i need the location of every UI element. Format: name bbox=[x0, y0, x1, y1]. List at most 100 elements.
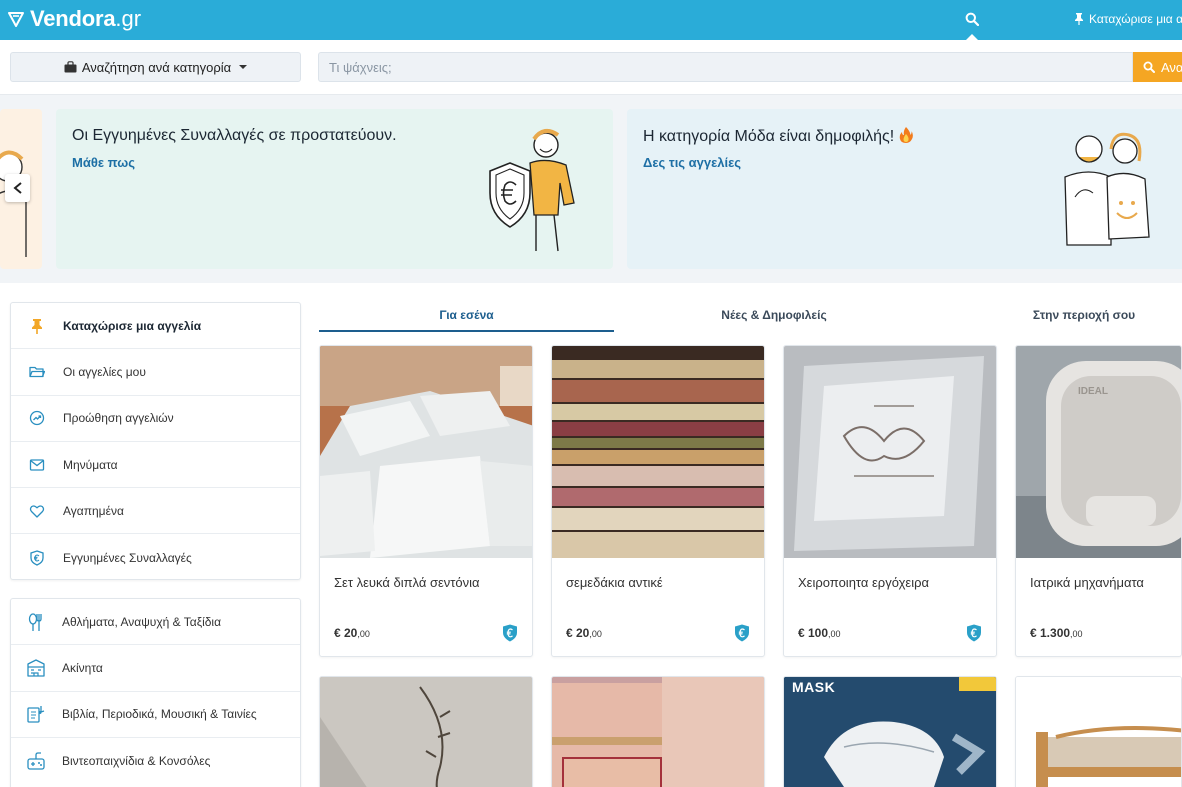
tab-for-you[interactable]: Για εσένα bbox=[319, 302, 614, 332]
folder-icon bbox=[29, 366, 45, 378]
mail-icon bbox=[29, 458, 45, 471]
sidebar-item-label: Αγαπημένα bbox=[63, 503, 124, 518]
sidebar-item-label: Προώθηση αγγελιών bbox=[63, 411, 174, 426]
price-cents: ,00 bbox=[1070, 629, 1083, 639]
price-main: € 20 bbox=[334, 626, 358, 640]
sidebar-item-real-estate[interactable]: Ακίνητα bbox=[11, 645, 300, 692]
gamepad-icon bbox=[27, 752, 45, 770]
product-card[interactable] bbox=[319, 676, 533, 787]
price-main: € 20 bbox=[566, 626, 590, 640]
sidebar-item-post-ad[interactable]: Καταχώρισε μια αγγελία bbox=[11, 303, 300, 350]
mask-brand-text: MASK bbox=[792, 679, 836, 695]
price-cents: ,00 bbox=[828, 629, 841, 639]
price-main: € 1.300 bbox=[1030, 626, 1071, 640]
pin-icon bbox=[1075, 13, 1083, 25]
sidebar-item-label: Ακίνητα bbox=[62, 660, 103, 675]
guarantee-shield-icon bbox=[503, 624, 517, 642]
product-card[interactable]: MASK bbox=[783, 676, 997, 787]
product-title: Ιατρικά μηχανήματα bbox=[1030, 575, 1144, 590]
product-image-pink-cloth bbox=[552, 677, 764, 787]
feed-tabs: Για εσένα Νέες & Δημοφιλείς Στην περιοχή… bbox=[319, 302, 1182, 332]
shield-man-illustration bbox=[489, 128, 575, 252]
sidebar-item-label: Αθλήματα, Αναψυχή & Ταξίδια bbox=[62, 614, 222, 629]
sports-icon bbox=[28, 612, 42, 631]
product-price: € 100,00 bbox=[798, 626, 841, 640]
product-card[interactable]: Σετ λευκά διπλά σεντόνια € 20,00 bbox=[319, 345, 533, 657]
banner-guaranteed-transactions[interactable]: Οι Εγγυημένες Συναλλαγές σε προστατεύουν… bbox=[56, 109, 613, 269]
product-card[interactable]: Χειροποιητα εργόχειρα € 100,00 bbox=[783, 345, 997, 657]
search-icon bbox=[1143, 61, 1155, 73]
search-button[interactable]: Ανα bbox=[1133, 52, 1182, 82]
product-title: σεμεδάκια αντικέ bbox=[566, 575, 663, 590]
top-navbar: Vendora .gr Καταχώρισε μια α bbox=[0, 0, 1182, 40]
vendora-logo[interactable]: Vendora .gr bbox=[8, 6, 141, 32]
sidebar-item-videogames[interactable]: Βιντεοπαιχνίδια & Κονσόλες bbox=[11, 738, 300, 784]
sidebar-item-books-music[interactable]: Βιβλία, Περιοδικά, Μουσική & Ταινίες bbox=[11, 692, 300, 738]
banner-link-see-ads[interactable]: Δες τις αγγελίες bbox=[643, 155, 741, 170]
banner-link-learn-how[interactable]: Μάθε πως bbox=[72, 155, 135, 170]
account-menu: Καταχώρισε μια αγγελία Οι αγγελίες μου Π… bbox=[10, 302, 301, 580]
logo-tld: .gr bbox=[115, 6, 142, 31]
price-cents: ,00 bbox=[357, 629, 370, 639]
category-menu: Αθλήματα, Αναψυχή & Ταξίδια Ακίνητα Βιβλ… bbox=[10, 598, 301, 787]
sidebar-item-label: Εγγυημένες Συναλλαγές bbox=[63, 550, 192, 565]
fire-icon bbox=[899, 127, 914, 143]
vendora-logo-icon bbox=[8, 12, 24, 27]
chevron-down-icon bbox=[239, 65, 248, 69]
trending-icon bbox=[29, 411, 45, 426]
pin-icon bbox=[32, 318, 42, 334]
carousel-prev-button[interactable] bbox=[5, 174, 30, 202]
post-ad-link[interactable]: Καταχώρισε μια α bbox=[1074, 12, 1182, 26]
couple-illustration bbox=[1064, 132, 1150, 246]
search-bar-row: Αναζήτηση ανά κατηγορία Ανα bbox=[0, 40, 1182, 95]
product-image-doilies bbox=[552, 346, 764, 558]
product-price: € 20,00 bbox=[334, 626, 370, 640]
euro-shield-icon bbox=[30, 549, 44, 566]
search-button-label: Ανα bbox=[1161, 59, 1182, 75]
sidebar-item-favorites[interactable]: Αγαπημένα bbox=[11, 488, 300, 535]
sidebar-item-promote-ads[interactable]: Προώθηση αγγελιών bbox=[11, 396, 300, 442]
product-image-embroidery bbox=[784, 346, 996, 558]
guarantee-shield-icon bbox=[735, 624, 749, 642]
sidebar-item-sports-travel[interactable]: Αθλήματα, Αναψυχή & Ταξίδια bbox=[11, 599, 300, 646]
product-image-silk-fabric bbox=[320, 677, 532, 787]
tab-new-popular[interactable]: Νέες & Δημοφιλείς bbox=[629, 302, 919, 332]
product-card[interactable]: IDEAL Ιατρικά μηχανήματα € 1.300,00 bbox=[1015, 345, 1182, 657]
product-card[interactable] bbox=[551, 676, 765, 787]
banner-title: Η κατηγορία Μόδα είναι δημοφιλής! bbox=[643, 127, 914, 146]
category-search-label: Αναζήτηση ανά κατηγορία bbox=[81, 59, 232, 75]
building-icon bbox=[27, 659, 45, 677]
sidebar-item-my-ads[interactable]: Οι αγγελίες μου bbox=[11, 349, 300, 396]
sidebar-item-guaranteed-transactions[interactable]: Εγγυημένες Συναλλαγές bbox=[11, 534, 300, 580]
product-title: Σετ λευκά διπλά σεντόνια bbox=[334, 575, 480, 590]
shopping-bag-icon bbox=[64, 61, 77, 73]
logo-text: Vendora bbox=[30, 6, 116, 31]
product-price: € 1.300,00 bbox=[1030, 626, 1083, 640]
banner-fashion-popular[interactable]: Η κατηγορία Μόδα είναι δημοφιλής! Δες τι… bbox=[627, 109, 1182, 269]
sidebar-item-label: Καταχώρισε μια αγγελία bbox=[63, 318, 202, 333]
sidebar-item-label: Οι αγγελίες μου bbox=[63, 364, 146, 379]
guarantee-shield-icon bbox=[967, 624, 981, 642]
price-cents: ,00 bbox=[589, 629, 602, 639]
post-ad-label: Καταχώρισε μια α bbox=[1089, 12, 1182, 26]
product-title: Χειροποιητα εργόχειρα bbox=[798, 575, 929, 590]
search-input[interactable] bbox=[318, 52, 1133, 82]
product-image-wooden-bed bbox=[1016, 677, 1181, 787]
search-icon[interactable] bbox=[965, 12, 979, 26]
books-icon bbox=[27, 706, 45, 723]
product-card[interactable]: σεμεδάκια αντικέ € 20,00 bbox=[551, 345, 765, 657]
product-image-bed-sheets bbox=[320, 346, 532, 558]
heart-icon bbox=[29, 505, 45, 518]
sidebar-item-label: Βιβλία, Περιοδικά, Μουσική & Ταινίες bbox=[62, 707, 257, 722]
tab-nearby[interactable]: Στην περιοχή σου bbox=[939, 302, 1182, 332]
product-card[interactable] bbox=[1015, 676, 1182, 787]
chevron-left-icon bbox=[12, 182, 22, 194]
sidebar-item-messages[interactable]: Μηνύματα bbox=[11, 442, 300, 489]
product-image-medical-device bbox=[1016, 346, 1181, 558]
price-main: € 100 bbox=[798, 626, 829, 640]
product-price: € 20,00 bbox=[566, 626, 602, 640]
device-brand-text: IDEAL bbox=[1078, 386, 1108, 397]
category-search-button[interactable]: Αναζήτηση ανά κατηγορία bbox=[10, 52, 301, 82]
promo-carousel: Οι Εγγυημένες Συναλλαγές σε προστατεύουν… bbox=[0, 95, 1182, 283]
banner-title-text: Η κατηγορία Μόδα είναι δημοφιλής! bbox=[643, 128, 895, 145]
